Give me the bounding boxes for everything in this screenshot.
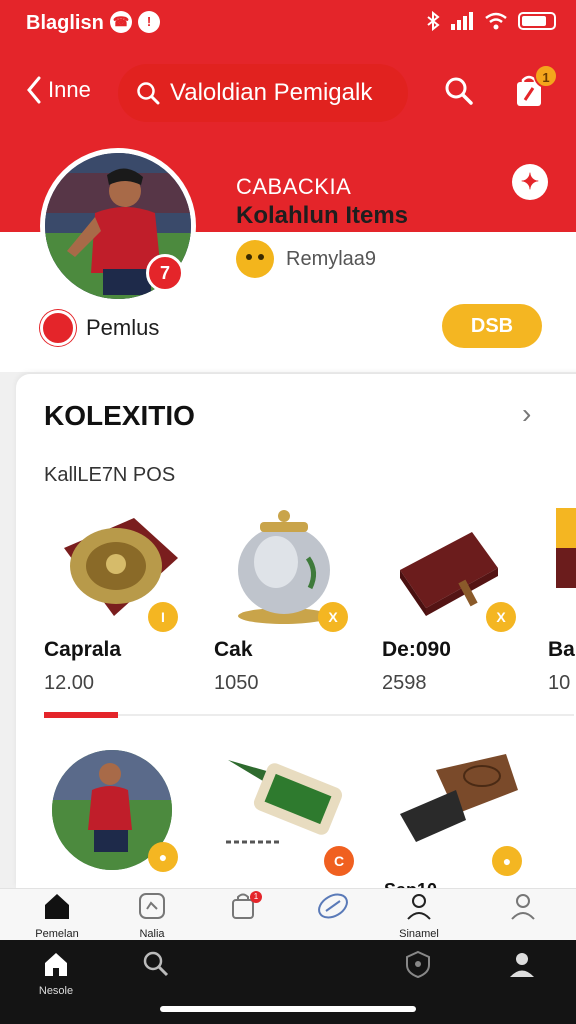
member-row[interactable]: Pemlus bbox=[40, 310, 159, 346]
key-fob-icon bbox=[400, 754, 518, 842]
profile-section: 7 CABACKIA Kolahlun Items ✦ Remylaa9 Pem… bbox=[0, 136, 576, 372]
member-icon bbox=[40, 310, 76, 346]
nav-home-label: Nesole bbox=[38, 985, 74, 997]
collection-item[interactable]: Ba 10 bbox=[548, 508, 576, 695]
collection-item[interactable]: ● bbox=[396, 750, 546, 876]
user-icon bbox=[511, 894, 535, 920]
collection-title: KOLEXITIO bbox=[44, 400, 195, 431]
nav-account[interactable] bbox=[492, 950, 552, 983]
status-time: Blaglisn bbox=[26, 12, 104, 34]
search-bar[interactable]: Valoldian Pemigalk bbox=[118, 64, 408, 122]
search-icon bbox=[143, 951, 169, 977]
search-text: Valoldian Pemigalk bbox=[170, 79, 373, 106]
section-divider bbox=[44, 714, 574, 716]
status-bar: Blaglisn ☎ ! bbox=[0, 0, 576, 44]
tab-label: Nalia bbox=[139, 928, 165, 940]
collection-card: KOLEXITIO › KallLE7N POS I Caprala 12.00 bbox=[16, 374, 576, 900]
football-icon bbox=[318, 893, 348, 919]
cart-badge: 1 bbox=[534, 64, 558, 88]
tab-label: Pemelan bbox=[35, 928, 79, 940]
item-name: Caprala bbox=[44, 638, 122, 661]
jar-icon: X bbox=[214, 508, 354, 632]
home-icon bbox=[45, 894, 69, 919]
profile-label: CABACKIA bbox=[236, 174, 352, 199]
user-icon bbox=[510, 953, 534, 977]
collection-item[interactable]: I Caprala 12.00 bbox=[44, 508, 194, 695]
app-tab-bar: Pemelan Nalia 1 Sinamel bbox=[0, 888, 576, 940]
item-tag: I bbox=[148, 602, 178, 632]
collection-item[interactable]: ● bbox=[52, 750, 202, 872]
collection-item[interactable]: X Cak 1050 bbox=[214, 508, 364, 695]
action-button[interactable]: DSB bbox=[442, 304, 542, 348]
item-name: Cak bbox=[214, 638, 253, 661]
member-label: Pemlus bbox=[86, 315, 160, 340]
box-icon bbox=[548, 508, 576, 628]
status-icons bbox=[426, 11, 556, 31]
chat-button[interactable]: ✦ bbox=[512, 164, 548, 200]
cart-button[interactable]: 1 bbox=[514, 64, 558, 113]
bluetooth-icon bbox=[427, 11, 440, 31]
header-search-button[interactable] bbox=[444, 76, 474, 111]
tab-home[interactable]: Pemelan bbox=[22, 891, 92, 940]
tab-user[interactable] bbox=[488, 891, 558, 926]
item-price: 2598 bbox=[382, 672, 427, 694]
header: Inne Valoldian Pemigalk 1 bbox=[0, 44, 576, 136]
call-icon: ☎ bbox=[110, 11, 132, 33]
collection-item[interactable]: C bbox=[218, 750, 368, 876]
home-indicator[interactable] bbox=[160, 1006, 416, 1012]
avatar-badge: 7 bbox=[146, 254, 184, 292]
tab-football[interactable] bbox=[298, 891, 368, 926]
chevron-right-icon[interactable]: › bbox=[522, 398, 531, 430]
nav-search[interactable] bbox=[126, 950, 186, 983]
collection-item[interactable]: X De:090 2598 bbox=[382, 508, 532, 695]
signal-icon bbox=[451, 12, 473, 30]
tab-gallery[interactable]: Nalia bbox=[117, 891, 187, 940]
user-row: Remylaa9 bbox=[236, 240, 376, 278]
profile-name: Kolahlun Items bbox=[236, 202, 409, 229]
item-name: Ba bbox=[548, 638, 575, 661]
username: Remylaa9 bbox=[286, 247, 377, 270]
gallery-icon bbox=[139, 893, 165, 919]
emoji-icon bbox=[236, 240, 274, 278]
item-price: 1050 bbox=[214, 672, 259, 694]
profile-icon bbox=[407, 894, 431, 920]
tab-label: Sinamel bbox=[399, 928, 439, 940]
scroll-icon bbox=[226, 760, 343, 844]
ring-icon: I bbox=[44, 508, 184, 632]
collection-subtitle: KallLE7N POS bbox=[44, 464, 176, 486]
search-icon bbox=[137, 82, 160, 105]
tab-badge: 1 bbox=[250, 891, 262, 903]
wallet-icon: X bbox=[382, 508, 522, 632]
item-tag: X bbox=[486, 602, 516, 632]
item-tag: C bbox=[324, 846, 354, 876]
back-label: Inne bbox=[48, 77, 91, 102]
notification-icon: ! bbox=[138, 11, 160, 33]
back-button[interactable]: Inne bbox=[26, 76, 91, 104]
wifi-icon bbox=[485, 12, 507, 30]
tab-profile[interactable]: Sinamel bbox=[384, 891, 454, 940]
item-tag: ● bbox=[492, 846, 522, 876]
tab-bag[interactable]: 1 bbox=[208, 891, 278, 926]
shield-icon bbox=[406, 950, 430, 979]
item-tag: X bbox=[318, 602, 348, 632]
item-price: 10 bbox=[548, 672, 571, 694]
search-icon bbox=[445, 77, 473, 105]
nav-shield[interactable] bbox=[388, 950, 448, 983]
item-price: 12.00 bbox=[44, 672, 95, 694]
item-name: De:090 bbox=[382, 638, 451, 661]
camera-badge: ● bbox=[148, 842, 178, 872]
battery-icon bbox=[518, 12, 556, 30]
nav-home[interactable]: Nesole bbox=[26, 950, 86, 997]
section-divider-accent bbox=[44, 712, 118, 718]
home-icon bbox=[45, 953, 67, 976]
chevron-left-icon bbox=[27, 76, 41, 104]
system-nav-bar: Nesole bbox=[0, 940, 576, 1024]
